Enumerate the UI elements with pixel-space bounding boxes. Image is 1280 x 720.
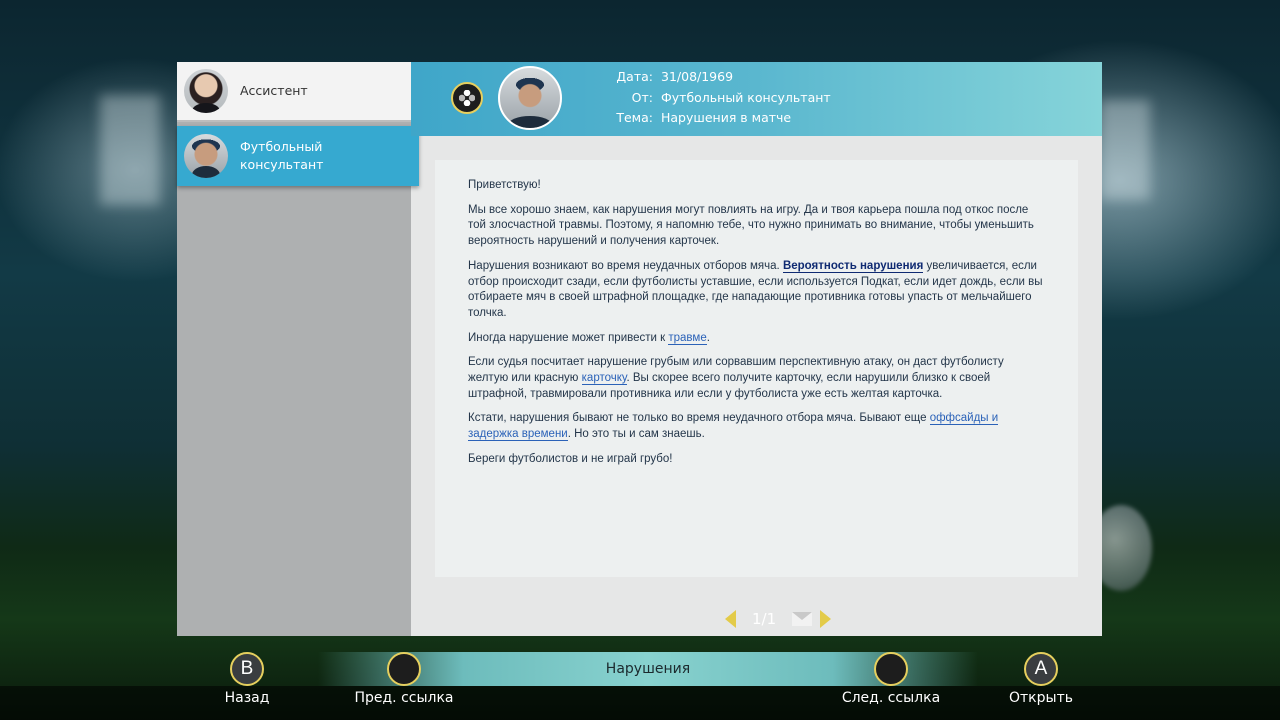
back-label[interactable]: Назад [167, 690, 327, 706]
stadium-light [1100, 100, 1150, 200]
right-stick-button-icon[interactable] [874, 652, 908, 686]
sign-off: Береги футболистов и не играй грубо! [468, 452, 673, 465]
paragraph: Нарушения возникают во время неудачных о… [468, 259, 1043, 322]
next-page-arrow-icon[interactable] [820, 610, 832, 628]
assistant-avatar [184, 69, 228, 113]
previous-link-label[interactable]: Пред. ссылка [324, 690, 484, 706]
from-label: От: [631, 90, 653, 105]
link-foul-probability[interactable]: Вероятность нарушения [782, 259, 924, 273]
a-button-icon[interactable]: A [1024, 652, 1058, 686]
open-label[interactable]: Открыть [961, 690, 1121, 706]
envelope-icon [792, 612, 813, 626]
sender-avatar [498, 66, 562, 130]
paragraph: Иногда нарушение может привести к травме… [468, 331, 1043, 347]
text: Кстати, нарушения бывают не только во вр… [468, 412, 930, 425]
date-value: 31/08/1969 [661, 69, 734, 84]
link-injury[interactable]: травме [668, 331, 707, 345]
link-card[interactable]: карточку [581, 372, 627, 386]
paragraph: Мы все хорошо знаем, как нарушения могут… [468, 203, 1034, 248]
page-count: 1/1 [752, 610, 777, 628]
stadium-light [100, 95, 160, 205]
paragraph: Кстати, нарушения бывают не только во вр… [468, 411, 1043, 442]
date-label: Дата: [616, 69, 653, 84]
from-row: От: Футбольный консультант [605, 90, 831, 105]
left-stick-icon[interactable] [387, 652, 421, 686]
consultant-avatar [184, 134, 228, 178]
contact-label: Ассистент [240, 83, 308, 98]
greeting: Приветствую! [468, 179, 541, 191]
subject-row: Тема: Нарушения в матче [605, 110, 791, 125]
contact-label: Футбольный консультант [240, 139, 324, 172]
page-indicator: 1/1 [725, 608, 832, 630]
paragraph: Если судья посчитает нарушение грубым ил… [468, 355, 1043, 402]
right-stick-icon [451, 82, 483, 114]
b-button-icon[interactable]: B [230, 652, 264, 686]
text: . [706, 331, 710, 344]
subject-label: Тема: [616, 110, 653, 125]
previous-page-arrow-icon[interactable] [725, 610, 736, 628]
text: Иногда нарушение может привести к [468, 331, 669, 344]
subject-value: Нарушения в матче [661, 110, 792, 125]
next-link-label[interactable]: След. ссылка [811, 690, 971, 706]
text: Нарушения возникают во время неудачных о… [468, 259, 783, 272]
from-value: Футбольный консультант [661, 90, 831, 105]
text: . Но это ты и сам знаешь. [567, 428, 705, 441]
contact-football-consultant[interactable]: Футбольный консультант [177, 126, 419, 186]
message-body: Приветствую! Мы все хорошо знаем, как на… [468, 178, 1043, 477]
date-row: Дата: 31/08/1969 [605, 69, 733, 84]
contact-assistant[interactable]: Ассистент [177, 62, 411, 122]
